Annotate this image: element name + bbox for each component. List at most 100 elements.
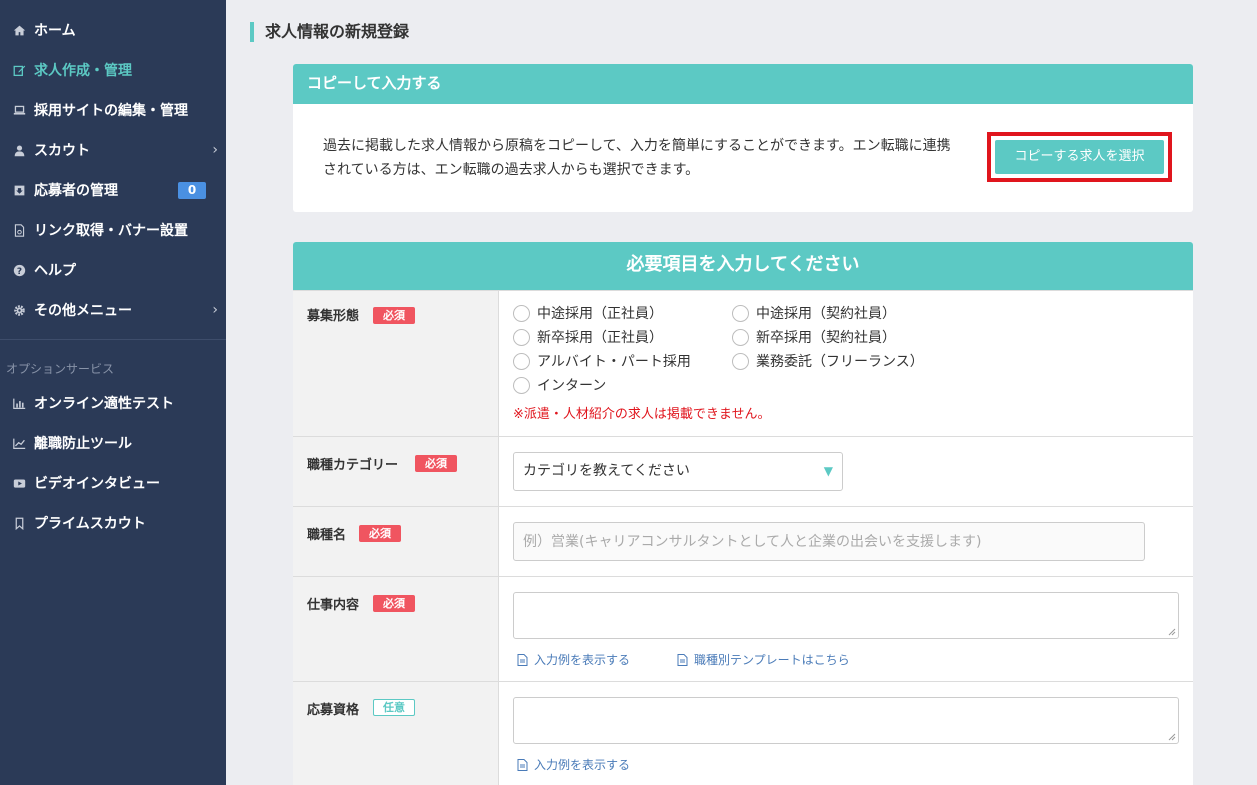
inbox-icon — [10, 182, 28, 198]
resize-grip-icon[interactable] — [1168, 628, 1176, 636]
link-label: 入力例を表示する — [534, 653, 631, 667]
sidebar-item-job-management[interactable]: 求人作成・管理 — [0, 50, 226, 90]
sidebar-item-home[interactable]: ホーム — [0, 10, 226, 50]
job-category-select[interactable]: カテゴリを教えてください ▼ — [513, 452, 843, 491]
sidebar-item-label: 求人作成・管理 — [34, 63, 132, 79]
sidebar-item-applicants[interactable]: 応募者の管理 0 — [0, 170, 226, 210]
radio-label: アルバイト・パート採用 — [537, 354, 691, 370]
radio-midcareer-fulltime[interactable]: 中途採用（正社員） — [513, 303, 663, 323]
radio-circle[interactable] — [513, 304, 530, 322]
recruitment-type-row: 募集形態 必須 中途採用（正社員） 中途採用（契約社員） 新卒採用（正社員） 新… — [293, 290, 1193, 436]
sidebar-item-label: ビデオインタビュー — [34, 476, 160, 492]
bookmark-icon — [10, 515, 28, 531]
job-category-select-value: カテゴリを教えてください — [523, 463, 690, 479]
radio-intern[interactable]: インターン — [513, 375, 606, 395]
sidebar-item-other-menu[interactable]: その他メニュー › — [0, 290, 226, 330]
chevron-right-icon: › — [212, 142, 218, 158]
chevron-right-icon: › — [212, 302, 218, 318]
sidebar-item-prime-scout[interactable]: プライムスカウト — [0, 503, 226, 543]
job-form: 必要項目を入力してください 募集形態 必須 中途採用（正社員） 中途採用（契約社… — [293, 242, 1193, 785]
sidebar-item-label: リンク取得・バナー設置 — [34, 223, 188, 239]
optional-tag: 任意 — [373, 699, 415, 716]
row-label-cell: 応募資格 任意 — [293, 682, 499, 785]
sidebar-item-video-interview[interactable]: ビデオインタビュー — [0, 463, 226, 503]
radio-circle[interactable] — [513, 328, 530, 346]
row-label-cell: 仕事内容 必須 — [293, 577, 499, 681]
row-label-cell: 募集形態 必須 — [293, 291, 499, 436]
job-description-row: 仕事内容 必須 入力例を表示する 職種別テンプレートはこちら — [293, 576, 1193, 681]
line-chart-icon — [10, 435, 28, 451]
radio-circle[interactable] — [513, 376, 530, 394]
qualifications-label: 応募資格 — [307, 703, 360, 718]
job-category-label: 職種カテゴリー — [307, 458, 399, 473]
sidebar-item-help[interactable]: ? ヘルプ — [0, 250, 226, 290]
radio-circle[interactable] — [732, 352, 749, 370]
sidebar-divider — [0, 339, 226, 340]
link-label: 入力例を表示する — [534, 758, 631, 772]
sidebar-item-label: スカウト — [34, 143, 90, 159]
qualifications-textarea[interactable] — [513, 697, 1179, 744]
radio-circle[interactable] — [732, 328, 749, 346]
radio-label: 新卒採用（正社員） — [537, 330, 663, 346]
svg-text:?: ? — [16, 266, 21, 276]
radio-part-time[interactable]: アルバイト・パート採用 — [513, 351, 691, 371]
bar-chart-icon — [10, 395, 28, 411]
required-tag: 必須 — [373, 595, 415, 612]
document-icon — [517, 758, 528, 771]
video-icon — [10, 475, 28, 491]
job-category-row: 職種カテゴリー 必須 カテゴリを教えてください ▼ — [293, 436, 1193, 506]
laptop-icon — [10, 102, 28, 118]
row-label-cell: 職種カテゴリー 必須 — [293, 437, 499, 506]
show-example-link[interactable]: 入力例を表示する — [517, 756, 630, 773]
sidebar-item-label: 採用サイトの編集・管理 — [34, 103, 188, 119]
sidebar-item-link-banner[interactable]: リンク取得・バナー設置 — [0, 210, 226, 250]
gear-icon — [10, 302, 28, 318]
sidebar-item-label: オンライン適性テスト — [34, 396, 174, 412]
resize-grip-icon[interactable] — [1168, 733, 1176, 741]
radio-freelance[interactable]: 業務委託（フリーランス） — [732, 351, 924, 371]
job-title-input[interactable] — [513, 522, 1145, 561]
user-icon — [10, 142, 28, 158]
row-label-cell: 職種名 必須 — [293, 507, 499, 576]
sidebar-item-aptitude-test[interactable]: オンライン適性テスト — [0, 383, 226, 423]
sidebar-item-retention-tool[interactable]: 離職防止ツール — [0, 423, 226, 463]
select-copy-job-button[interactable]: コピーする求人を選択 — [995, 140, 1164, 174]
help-icon: ? — [10, 262, 28, 278]
sidebar-item-label: ホーム — [34, 23, 76, 39]
home-icon — [10, 22, 28, 38]
sidebar-item-scout[interactable]: スカウト › — [0, 130, 226, 170]
job-description-label: 仕事内容 — [307, 598, 360, 613]
job-template-link[interactable]: 職種別テンプレートはこちら — [677, 651, 850, 668]
radio-label: 新卒採用（契約社員） — [756, 330, 896, 346]
file-link-icon — [10, 222, 28, 238]
sidebar-item-label: ヘルプ — [34, 263, 76, 279]
document-icon — [677, 653, 688, 666]
form-header: 必要項目を入力してください — [293, 242, 1193, 290]
radio-label: 業務委託（フリーランス） — [756, 354, 924, 370]
dispatch-notice: ※派遣・人材紹介の求人は掲載できません。 — [513, 407, 771, 422]
radio-newgrad-contract[interactable]: 新卒採用（契約社員） — [732, 327, 896, 347]
edit-icon — [10, 62, 28, 78]
required-tag: 必須 — [373, 307, 415, 324]
page-title: 求人情報の新規登録 — [250, 22, 409, 42]
copy-button-highlight: コピーする求人を選択 — [987, 132, 1172, 182]
job-title-row: 職種名 必須 — [293, 506, 1193, 576]
radio-label: インターン — [537, 378, 607, 394]
radio-circle[interactable] — [513, 352, 530, 370]
show-example-link[interactable]: 入力例を表示する — [517, 651, 630, 668]
required-tag: 必須 — [359, 525, 401, 542]
copy-card-description: 過去に掲載した求人情報から原稿をコピーして、入力を簡単にすることができます。エン… — [323, 138, 951, 178]
sidebar-item-label: その他メニュー — [34, 303, 132, 319]
sidebar-item-label: 離職防止ツール — [34, 436, 132, 452]
qualifications-row: 応募資格 任意 入力例を表示する — [293, 681, 1193, 785]
radio-circle[interactable] — [732, 304, 749, 322]
sidebar-section-label: オプションサービス — [6, 362, 115, 376]
recruitment-type-label: 募集形態 — [307, 309, 360, 324]
radio-midcareer-contract[interactable]: 中途採用（契約社員） — [732, 303, 896, 323]
sidebar-item-label: 応募者の管理 — [34, 183, 118, 199]
radio-label: 中途採用（正社員） — [537, 306, 663, 322]
radio-newgrad-fulltime[interactable]: 新卒採用（正社員） — [513, 327, 663, 347]
job-description-textarea[interactable] — [513, 592, 1179, 639]
sidebar-item-recruit-site[interactable]: 採用サイトの編集・管理 — [0, 90, 226, 130]
radio-label: 中途採用（契約社員） — [756, 306, 896, 322]
